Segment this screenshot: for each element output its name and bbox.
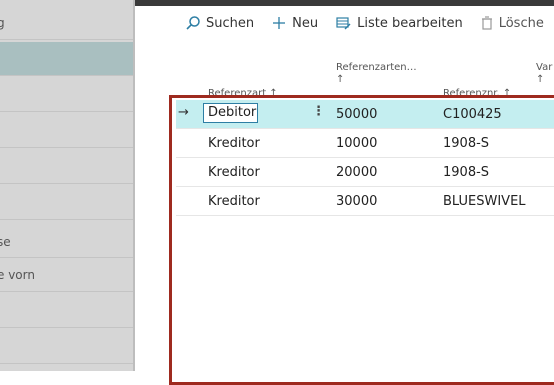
action-toolbar: Suchen Neu Liste bearbeiten Lösche — [186, 13, 554, 33]
highlight-frame — [169, 95, 554, 385]
edit-list-button[interactable]: Liste bearbeiten — [336, 16, 463, 31]
sort-arrow-icon: ↑ — [536, 74, 545, 85]
sidebar-item-1[interactable]: g — [0, 6, 133, 40]
header-label: Referenzarten… — [336, 62, 417, 73]
sidebar-item-5[interactable] — [0, 150, 133, 184]
sidebar-item-8[interactable]: e vorn — [0, 258, 133, 292]
header-var[interactable]: Var ↑ — [536, 62, 552, 86]
sidebar-item-label: se — [0, 235, 11, 249]
sort-arrow-icon: ↑ — [336, 74, 345, 85]
edit-list-label: Liste bearbeiten — [357, 15, 463, 31]
new-label: Neu — [292, 15, 319, 31]
sidebar-item-label: g — [0, 16, 5, 30]
header-referenzarten[interactable]: Referenzarten… ↑ — [336, 62, 417, 86]
delete-button[interactable]: Lösche — [481, 16, 544, 31]
search-label: Suchen — [206, 15, 255, 31]
delete-label: Lösche — [498, 15, 544, 31]
sidebar-item-10[interactable] — [0, 330, 133, 364]
new-button[interactable]: Neu — [272, 16, 318, 31]
header-label: Var — [536, 62, 553, 73]
sidebar: g se e vorn — [0, 0, 135, 371]
search-icon — [186, 16, 200, 30]
sidebar-item-label: e vorn — [0, 268, 35, 282]
plus-icon — [273, 17, 286, 29]
sidebar-item-2[interactable] — [0, 42, 133, 76]
search-button[interactable]: Suchen — [186, 16, 254, 31]
sidebar-item-6[interactable] — [0, 186, 133, 220]
edit-list-icon — [336, 17, 351, 30]
sidebar-item-4[interactable] — [0, 114, 133, 148]
sidebar-item-9[interactable] — [0, 294, 133, 328]
sidebar-item-3[interactable] — [0, 78, 133, 112]
trash-icon — [481, 16, 492, 30]
sidebar-item-7[interactable]: se — [0, 222, 133, 258]
